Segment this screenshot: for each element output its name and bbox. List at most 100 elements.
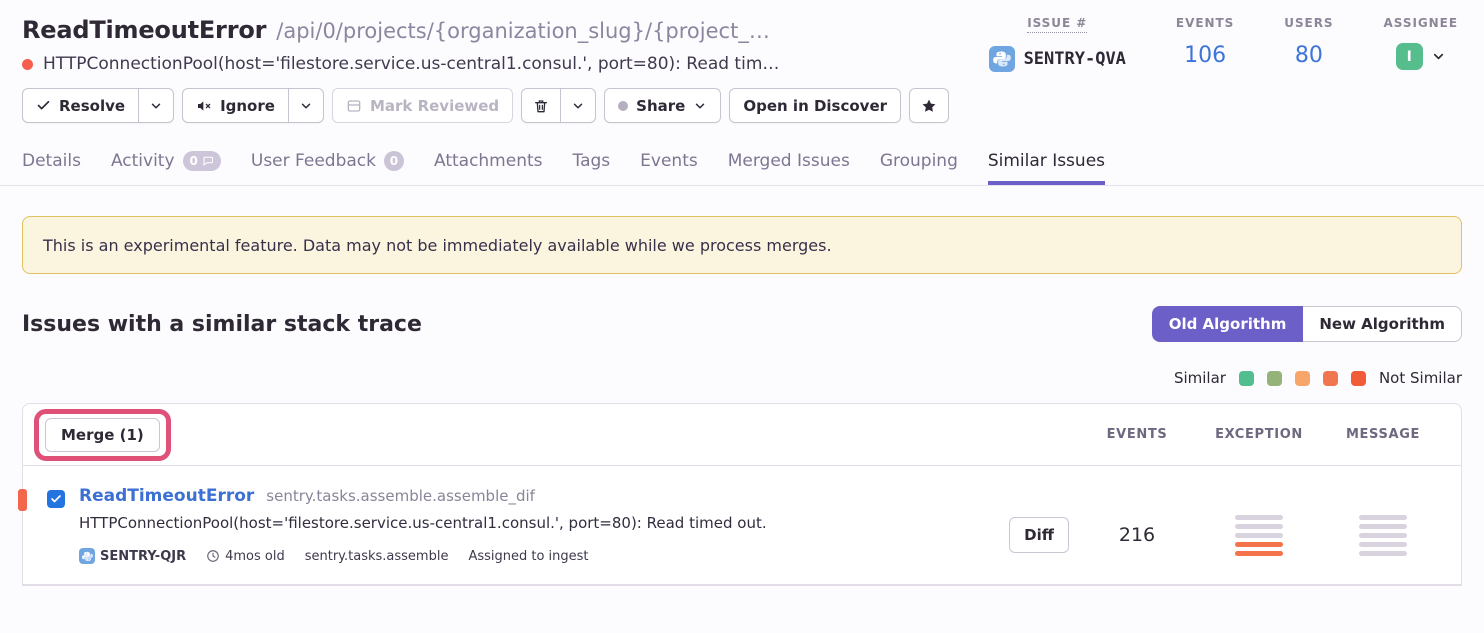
error-level-bar	[18, 489, 27, 511]
error-level-dot	[22, 59, 33, 70]
tab-tags[interactable]: Tags	[573, 151, 611, 185]
ignore-dropdown-button[interactable]	[288, 88, 324, 123]
assignee-selector[interactable]: I	[1396, 43, 1446, 70]
status-dot-icon	[618, 101, 628, 111]
stat-events: EVENTS 106	[1176, 16, 1234, 74]
new-algorithm-label: New Algorithm	[1319, 315, 1445, 333]
column-header-message: MESSAGE	[1321, 427, 1445, 442]
issue-header-left: ReadTimeoutError /api/0/projects/{organi…	[22, 16, 779, 74]
row-checkbox[interactable]	[47, 490, 65, 508]
activity-count-badge: 0	[183, 151, 221, 171]
legend-swatch	[1267, 371, 1282, 386]
similarity-bar-gray	[1235, 524, 1283, 529]
delete-dropdown-button[interactable]	[560, 88, 596, 123]
comment-bubble-icon	[202, 155, 214, 167]
open-in-discover-button[interactable]: Open in Discover	[729, 88, 901, 123]
issue-tabs: Details Activity 0 User Feedback 0 Attac…	[22, 151, 1462, 185]
issue-short-id-text: SENTRY-QVA	[1024, 49, 1126, 69]
tab-similar-issues[interactable]: Similar Issues	[988, 151, 1105, 185]
tab-events[interactable]: Events	[640, 151, 698, 185]
row-age-text: 4mos old	[225, 549, 285, 564]
resolve-button[interactable]: Resolve	[22, 88, 139, 123]
check-icon	[36, 98, 51, 113]
tab-label: Similar Issues	[988, 151, 1105, 171]
chevron-down-icon	[1431, 49, 1446, 64]
row-age: 4mos old	[206, 549, 285, 564]
mark-reviewed-button[interactable]: Mark Reviewed	[332, 88, 513, 123]
open-in-discover-label: Open in Discover	[743, 97, 887, 115]
share-button[interactable]: Share	[604, 88, 721, 123]
row-short-id: SENTRY-QJR	[79, 548, 186, 564]
issue-title-line: ReadTimeoutError /api/0/projects/{organi…	[22, 16, 779, 44]
python-icon	[79, 548, 95, 564]
chevron-down-icon	[149, 99, 163, 113]
row-metric-columns: Diff 216	[1001, 515, 1445, 556]
chevron-down-icon	[571, 99, 585, 113]
issue-culprit-line: HTTPConnectionPool(host='filestore.servi…	[22, 54, 779, 74]
share-button-label: Share	[636, 97, 685, 115]
users-count[interactable]: 80	[1295, 43, 1323, 68]
new-algorithm-button[interactable]: New Algorithm	[1303, 306, 1462, 342]
stat-assignee: ASSIGNEE I	[1384, 16, 1458, 74]
issue-detail-page: ReadTimeoutError /api/0/projects/{organi…	[0, 16, 1484, 586]
tab-attachments[interactable]: Attachments	[434, 151, 543, 185]
old-algorithm-button[interactable]: Old Algorithm	[1152, 306, 1304, 342]
row-issue-culprit: sentry.tasks.assemble.assemble_dif	[266, 487, 535, 505]
trash-icon	[533, 98, 549, 114]
similarity-bar-gray	[1359, 524, 1407, 529]
similarity-bar-gray	[1359, 515, 1407, 520]
row-issue-link[interactable]: ReadTimeoutError	[79, 486, 254, 506]
diff-button[interactable]: Diff	[1009, 517, 1069, 553]
issue-culprit-text: HTTPConnectionPool(host='filestore.servi…	[43, 54, 779, 74]
tab-merged-issues[interactable]: Merged Issues	[728, 151, 850, 185]
issue-tabs-bar: Details Activity 0 User Feedback 0 Attac…	[0, 151, 1484, 186]
events-label: EVENTS	[1176, 16, 1234, 30]
tab-label: Events	[640, 151, 698, 171]
similarity-bar-orange	[1235, 551, 1283, 556]
issue-short-id[interactable]: SENTRY-QVA	[989, 46, 1126, 72]
ignore-button[interactable]: Ignore	[182, 88, 289, 123]
message-similarity-bars	[1321, 515, 1445, 556]
similarity-bar-gray	[1359, 542, 1407, 547]
tab-user-feedback[interactable]: User Feedback 0	[251, 151, 404, 185]
row-culprit: sentry.tasks.assemble	[305, 549, 449, 564]
merge-button[interactable]: Merge (1)	[45, 418, 160, 452]
similarity-legend: Similar Not Similar	[22, 369, 1462, 387]
tab-details[interactable]: Details	[22, 151, 81, 185]
tab-label: Details	[22, 151, 81, 171]
algorithm-toggle: Old Algorithm New Algorithm	[1152, 306, 1462, 342]
chevron-down-icon	[693, 99, 707, 113]
resolve-dropdown-button[interactable]	[138, 88, 174, 123]
tab-grouping[interactable]: Grouping	[880, 151, 958, 185]
merge-button-label: Merge (1)	[61, 426, 144, 444]
similarity-bar-orange	[1235, 542, 1283, 547]
legend-swatch	[1323, 371, 1338, 386]
events-count[interactable]: 106	[1184, 43, 1226, 68]
similarity-bar-gray	[1359, 551, 1407, 556]
python-icon	[989, 46, 1015, 72]
check-icon	[50, 493, 62, 505]
user-feedback-count: 0	[390, 154, 398, 168]
column-header-events: EVENTS	[1077, 427, 1197, 442]
tab-label: User Feedback	[251, 151, 376, 171]
tab-label: Grouping	[880, 151, 958, 171]
tab-label: Tags	[573, 151, 611, 171]
diff-cell: Diff	[1001, 517, 1077, 553]
users-label: USERS	[1284, 16, 1333, 30]
similar-issues-panel: Merge (1) EVENTS EXCEPTION MESSAGE ReadT…	[22, 403, 1462, 586]
similar-issue-row: ReadTimeoutError sentry.tasks.assemble.a…	[23, 466, 1461, 585]
stat-users: USERS 80	[1284, 16, 1333, 74]
tab-activity[interactable]: Activity 0	[111, 151, 221, 185]
badge-icon	[346, 98, 362, 114]
legend-not-similar-label: Not Similar	[1379, 369, 1462, 387]
bookmark-button[interactable]	[909, 88, 949, 123]
experimental-feature-banner: This is an experimental feature. Data ma…	[22, 216, 1462, 274]
row-title-line: ReadTimeoutError sentry.tasks.assemble.a…	[79, 486, 1001, 506]
star-icon	[921, 98, 937, 114]
delete-button[interactable]	[521, 88, 561, 123]
tab-label: Activity	[111, 151, 175, 171]
chevron-down-icon	[299, 99, 313, 113]
resolve-button-group: Resolve	[22, 88, 174, 123]
ignore-button-label: Ignore	[220, 97, 275, 115]
ignore-button-group: Ignore	[182, 88, 324, 123]
